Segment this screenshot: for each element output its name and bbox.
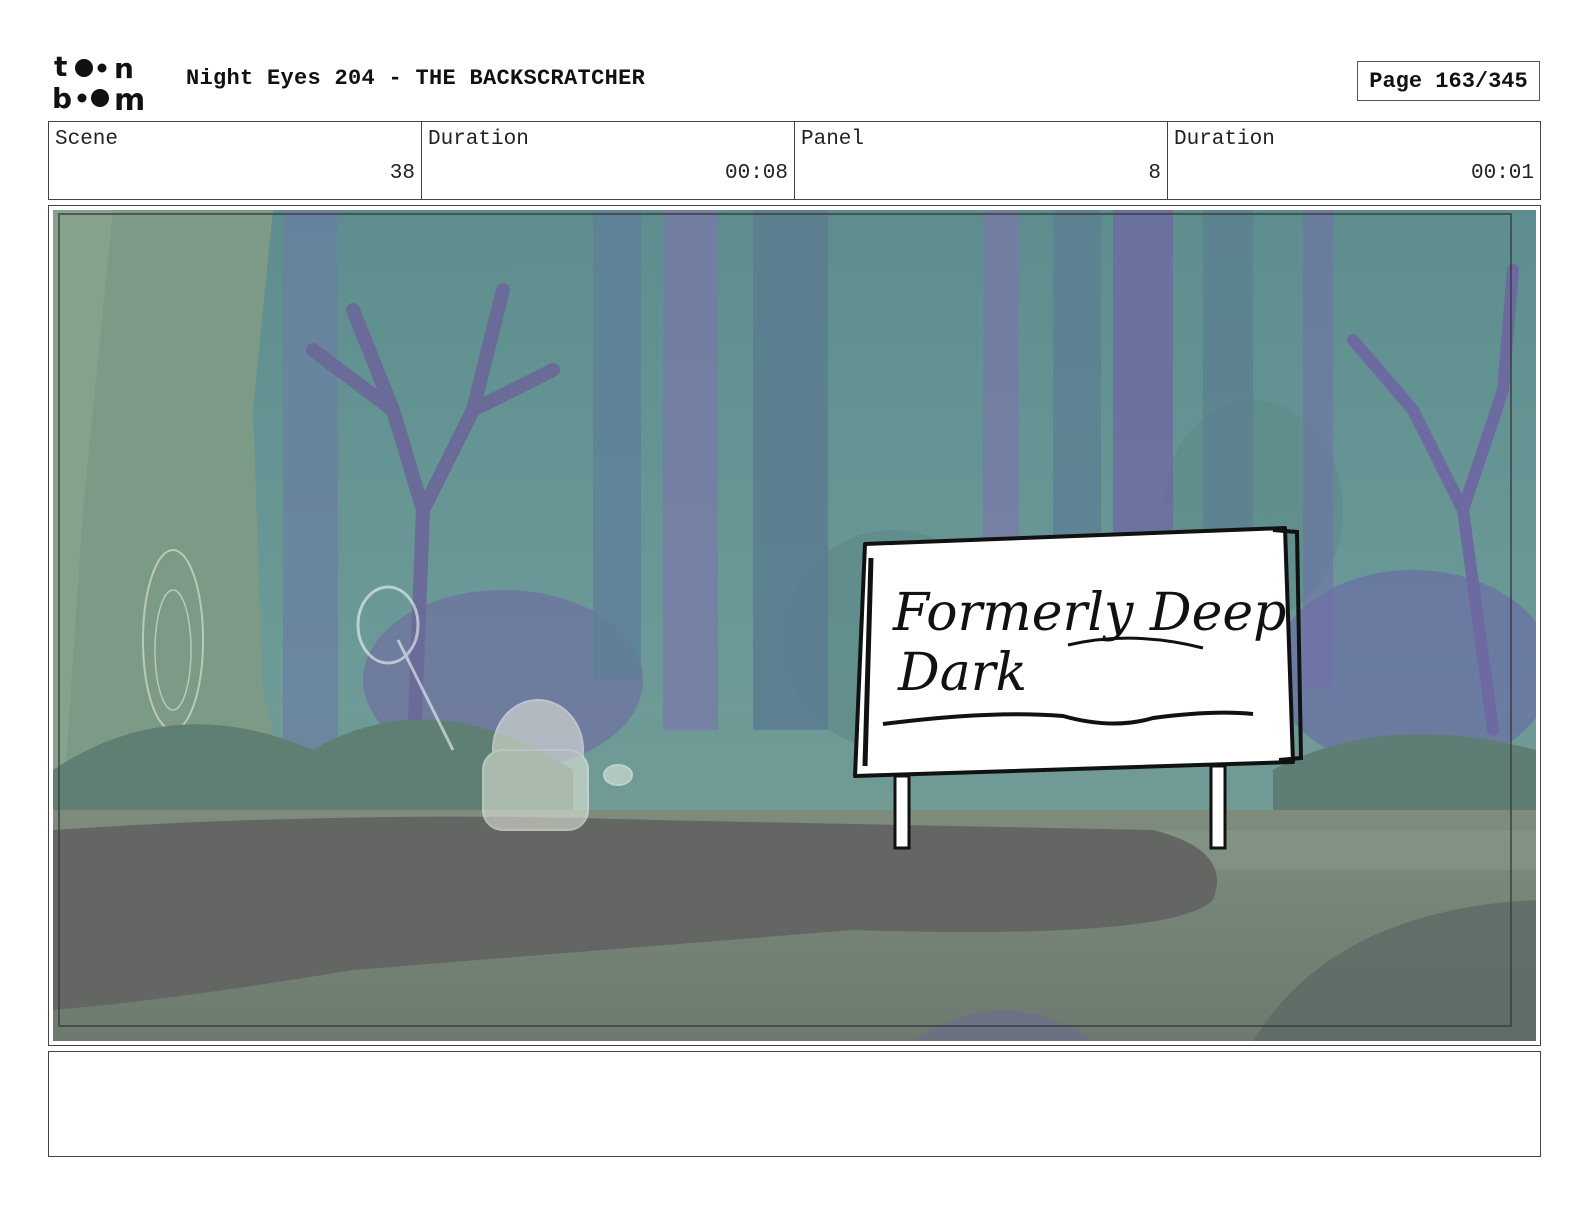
panel-label: Panel [801,128,865,151]
scene-label: Scene [55,128,119,151]
panel-value: 8 [1148,162,1161,185]
scene-duration-cell: Duration 00:08 [422,122,795,199]
toonboom-logo: t n b m [52,50,164,118]
panel-notes-box [48,1051,1541,1157]
scene-value: 38 [389,162,415,185]
scene-duration-label: Duration [428,128,529,151]
svg-text:b: b [52,82,72,112]
storyboard-panel-image: Formerly Deep Dark [53,210,1536,1041]
svg-text:t: t [54,52,67,83]
panel-duration-label: Duration [1174,128,1275,151]
panel-duration-cell: Duration 00:01 [1168,122,1540,199]
panel-duration-value: 00:01 [1470,162,1534,185]
storyboard-panel-frame: Formerly Deep Dark [48,205,1541,1046]
svg-text:Formerly Deep: Formerly Deep [892,583,1286,643]
svg-text:n: n [114,52,134,85]
page-indicator: Page 163/345 [1357,61,1540,101]
scene-cell: Scene 38 [49,122,422,199]
scene-duration-value: 00:08 [724,162,788,185]
panel-cell: Panel 8 [795,122,1168,199]
document-title: Night Eyes 204 - THE BACKSCRATCHER [186,66,646,91]
scene-info-table: Scene 38 Duration 00:08 Panel 8 Duration… [48,121,1541,200]
svg-text:m: m [114,83,145,112]
svg-text:Dark: Dark [897,643,1027,703]
